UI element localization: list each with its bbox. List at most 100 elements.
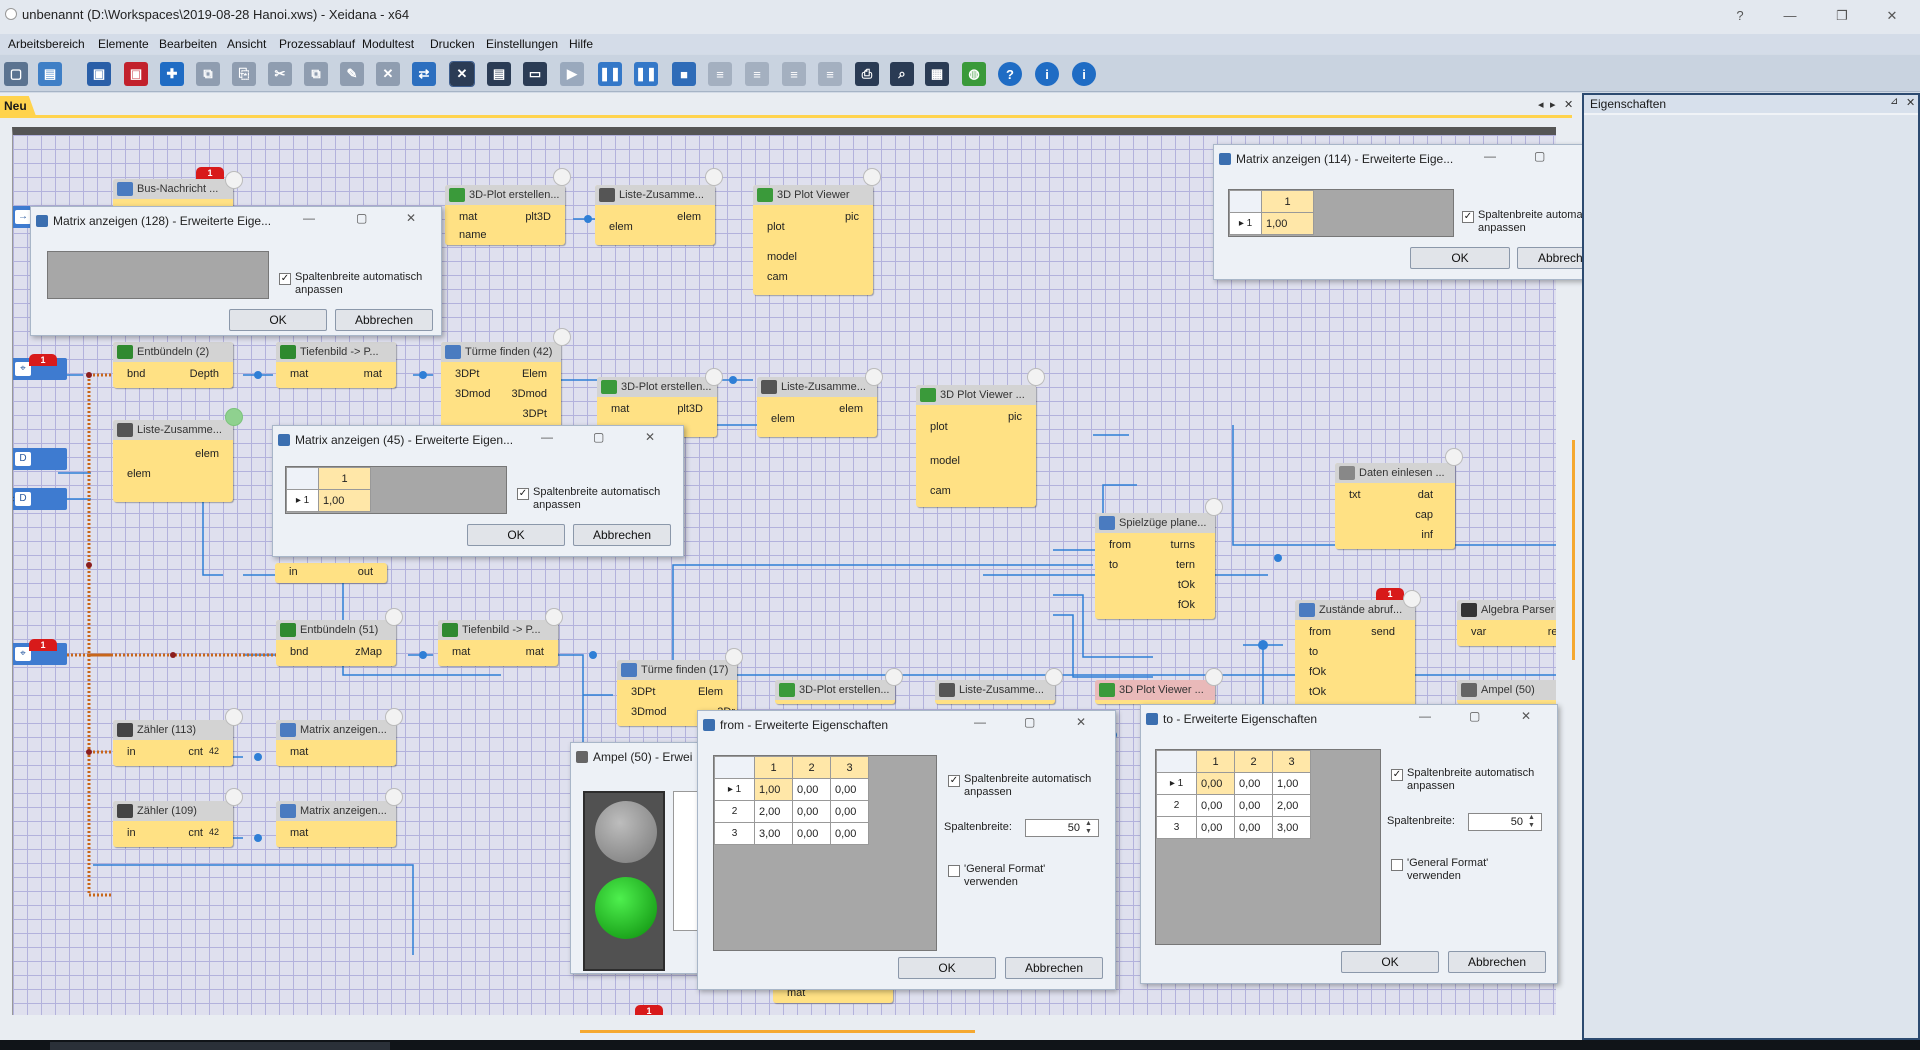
dialog-minimize[interactable]: — [303, 211, 315, 225]
node-passthrough[interactable]: in out [275, 563, 387, 583]
row-header[interactable]: 3 [714, 822, 755, 845]
dialog-close[interactable]: ✕ [1076, 715, 1086, 729]
ok-button[interactable]: OK [1410, 247, 1510, 269]
help-button[interactable]: ? [1728, 7, 1752, 25]
port-3dmod-in[interactable]: 3Dmod [631, 706, 666, 718]
node-liste-zusammen-3[interactable]: Liste-Zusamme... elem elem [113, 420, 233, 502]
node-tiefenbild-2[interactable]: Tiefenbild -> P... mat mat [438, 620, 558, 666]
stop-icon[interactable]: ■ [672, 62, 696, 86]
node-run-circle[interactable] [385, 608, 403, 626]
node-liste-zusammen-4[interactable]: Liste-Zusamme... [935, 680, 1055, 704]
auto-width-checkbox[interactable]: ✓ [1391, 769, 1403, 781]
dialog-close[interactable]: ✕ [1521, 709, 1531, 723]
auto-width-checkbox[interactable]: ✓ [279, 273, 291, 285]
node-entbuendeln-51[interactable]: Entbündeln (51) bnd zMap [276, 620, 396, 666]
help-icon[interactable]: ? [998, 62, 1022, 86]
port-bnd[interactable]: bnd [127, 368, 145, 380]
matrix-cell[interactable]: 3,00 [754, 822, 793, 845]
port-plot[interactable]: plot [767, 221, 785, 233]
menu-modultest[interactable]: Modultest [362, 37, 414, 51]
align-left-icon[interactable]: ≡ [708, 62, 732, 86]
dialog-minimize[interactable]: — [541, 430, 553, 444]
port-plt3d[interactable]: plt3D [677, 403, 703, 415]
node-run-circle[interactable] [1205, 498, 1223, 516]
node-daten-einlesen[interactable]: Daten einlesen ... txt dat cap inf [1335, 463, 1455, 549]
node-tuerme-finden-42[interactable]: Türme finden (42) 3DPt Elem 3Dmod 3Dmod … [441, 342, 561, 428]
matrix-cell[interactable]: 1,00 [754, 778, 793, 801]
port-mat[interactable]: mat [290, 827, 308, 839]
port-pic[interactable]: pic [845, 211, 859, 223]
matrix-grid[interactable]: 1 ▸ 1 1,00 [1228, 189, 1454, 237]
port-plt3d[interactable]: plt3D [525, 211, 551, 223]
matrix-grid[interactable]: 1 2 3 ▸ 1 1,00 0,00 0,00 2 2,00 0,00 0,0… [713, 755, 937, 951]
column-header[interactable]: 1 [318, 467, 371, 490]
column-header[interactable]: 3 [830, 756, 869, 779]
matrix-cell[interactable]: 0,00 [792, 778, 831, 801]
matrix-cell[interactable]: 0,00 [1196, 816, 1235, 839]
port-elem-out[interactable]: Elem [522, 368, 547, 380]
menu-elemente[interactable]: Elemente [98, 37, 149, 51]
port-turns[interactable]: turns [1171, 539, 1195, 551]
matrix-cell[interactable]: 0,00 [792, 822, 831, 845]
port-elem-out[interactable]: elem [195, 448, 219, 460]
horizontal-scrollbar[interactable] [580, 1030, 975, 1033]
spinner-arrows-icon[interactable]: ▲ ▼ [1085, 820, 1092, 836]
port-inf[interactable]: inf [1421, 529, 1433, 541]
node-run-circle-active[interactable] [225, 408, 243, 426]
close-button[interactable]: ✕ [1880, 7, 1904, 25]
node-zustaende-abrufen[interactable]: Zustände abruf... from send to fOk tOk [1295, 600, 1415, 710]
auto-width-checkbox[interactable]: ✓ [517, 488, 529, 500]
port-3dmod-in[interactable]: 3Dmod [455, 388, 490, 400]
align-right-icon[interactable]: ≡ [782, 62, 806, 86]
menu-prozessablauf[interactable]: Prozessablauf [279, 37, 355, 51]
node-run-circle[interactable] [553, 328, 571, 346]
matrix-cell[interactable]: 2,00 [754, 800, 793, 823]
matrix-cell[interactable]: 0,00 [830, 800, 869, 823]
source-sc[interactable]: D [13, 488, 67, 510]
cancel-button[interactable]: Abbrechen [1005, 957, 1103, 979]
node-run-circle[interactable] [225, 171, 243, 189]
matrix-grid[interactable]: 1 ▸ 1 1,00 [285, 466, 507, 514]
matrix-grid[interactable]: 1 2 3 ▸ 1 0,00 0,00 1,00 2 0,00 0,00 2,0… [1155, 749, 1381, 945]
node-run-circle[interactable] [1445, 448, 1463, 466]
node-run-circle[interactable] [1205, 668, 1223, 686]
dialog-minimize[interactable]: — [1484, 149, 1496, 163]
node-run-circle[interactable] [705, 168, 723, 186]
port-dat[interactable]: dat [1418, 489, 1433, 501]
node-run-circle[interactable] [553, 168, 571, 186]
matrix-cell[interactable]: 1,00 [1272, 772, 1311, 795]
port-elem-in[interactable]: elem [771, 413, 795, 425]
pause-icon[interactable]: ❚❚ [634, 62, 658, 86]
cancel-button[interactable]: Abbrechen [1448, 951, 1546, 973]
port-elem-out[interactable]: elem [677, 211, 701, 223]
node-zaehler-109[interactable]: Zähler (109) in cnt 42 [113, 801, 233, 847]
paste-icon[interactable]: ⎘ [232, 62, 256, 86]
matrix-cell[interactable]: 0,00 [830, 822, 869, 845]
menu-hilfe[interactable]: Hilfe [569, 37, 593, 51]
ok-button[interactable]: OK [898, 957, 996, 979]
port-model[interactable]: model [930, 455, 960, 467]
port-plot[interactable]: plot [930, 421, 948, 433]
save-all-icon[interactable]: ▣ [124, 62, 148, 86]
delete-icon[interactable]: ✕ [376, 62, 400, 86]
matrix-cell[interactable]: 0,00 [1196, 794, 1235, 817]
port-pic[interactable]: pic [1008, 411, 1022, 423]
row-header[interactable]: 2 [714, 800, 755, 823]
ok-button[interactable]: OK [229, 309, 327, 331]
port-from[interactable]: from [1109, 539, 1131, 551]
node-run-circle[interactable] [1403, 590, 1421, 608]
edit-icon[interactable]: ✎ [340, 62, 364, 86]
dialog-close[interactable]: ✕ [645, 430, 655, 444]
row-header[interactable]: 3 [1156, 816, 1197, 839]
copy-icon[interactable]: ⧉ [196, 62, 220, 86]
port-tok[interactable]: tOk [1309, 686, 1326, 698]
node-liste-zusammen-2[interactable]: Liste-Zusamme... elem elem [757, 377, 877, 437]
port-cam[interactable]: cam [767, 271, 788, 283]
port-fok[interactable]: fOk [1178, 599, 1195, 611]
column-header[interactable]: 1 [754, 756, 793, 779]
port-to[interactable]: to [1309, 646, 1318, 658]
node-zaehler-113[interactable]: Zähler (113) in cnt 42 [113, 720, 233, 766]
align-center-icon[interactable]: ≡ [745, 62, 769, 86]
step-icon[interactable]: ❚❚ [598, 62, 622, 86]
column-header[interactable]: 3 [1272, 750, 1311, 773]
